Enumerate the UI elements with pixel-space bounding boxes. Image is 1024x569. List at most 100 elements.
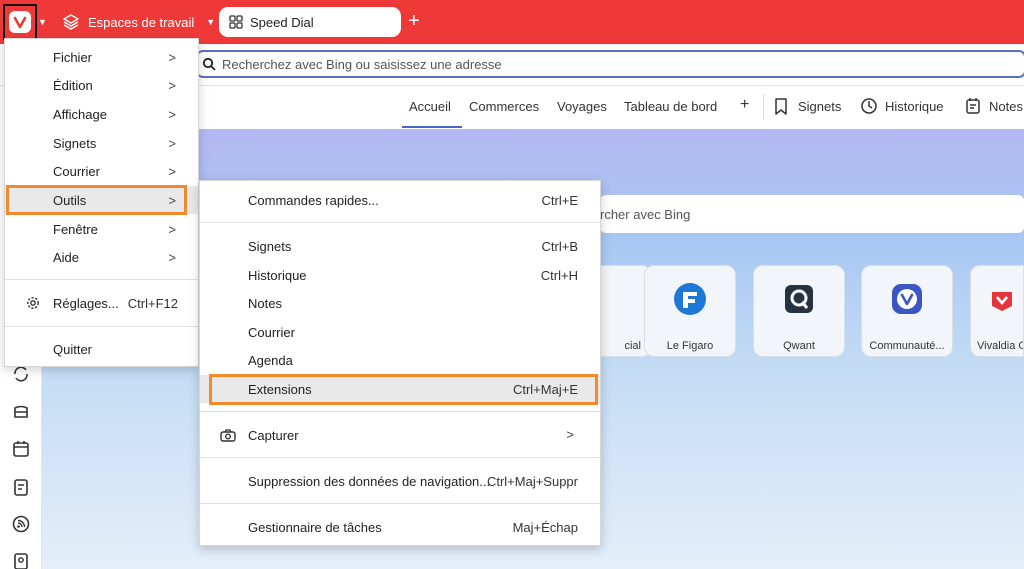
- chevron-right-icon: >: [168, 163, 176, 179]
- highlight-outline: [6, 185, 187, 215]
- add-group-button[interactable]: +: [740, 96, 749, 114]
- shortcut-label: Ctrl+E: [541, 193, 578, 208]
- menu-item-reglages[interactable]: Réglages... Ctrl+F12: [5, 289, 198, 317]
- nav-divider: [763, 94, 764, 120]
- menu-divider: [5, 326, 198, 327]
- nav-commerces[interactable]: Commerces: [469, 99, 539, 114]
- chevron-right-icon: >: [168, 221, 176, 237]
- page-search-field[interactable]: rcher avec Bing: [600, 195, 1024, 233]
- menu-item-historique[interactable]: Historique Ctrl+H: [200, 261, 600, 289]
- menu-item-courrier[interactable]: Courrier: [200, 318, 600, 346]
- tools-submenu: Commandes rapides... Ctrl+E Signets Ctrl+B…: [199, 180, 601, 546]
- page-search-placeholder: rcher avec Bing: [600, 206, 691, 222]
- menu-item-edition[interactable]: Édition >: [5, 71, 198, 99]
- menu-item-label: Historique: [248, 268, 307, 283]
- camera-icon: [220, 429, 236, 442]
- speed-dial-navigation: Accueil Commerces Voyages Tableau de bor…: [196, 86, 1024, 129]
- tab-label: Speed Dial: [250, 14, 314, 30]
- menu-item-gestionnaire-taches[interactable]: Gestionnaire de tâches Maj+Échap: [200, 513, 600, 541]
- tile-label: Le Figaro: [666, 340, 714, 352]
- vivaldi-logo-icon: [9, 11, 31, 33]
- shortcut-label: Ctrl+Maj+Suppr: [486, 474, 578, 489]
- chevron-down-icon[interactable]: ▼: [38, 17, 47, 27]
- menu-item-label: Fenêtre: [53, 221, 98, 237]
- calendar-icon[interactable]: [11, 439, 31, 459]
- menu-item-aide[interactable]: Aide >: [5, 243, 198, 271]
- sync-icon[interactable]: [11, 364, 31, 384]
- menu-item-label: Réglages...: [53, 295, 119, 311]
- vivaldi-community-icon: [890, 282, 924, 316]
- shortcut-label: Ctrl+F12: [127, 295, 178, 311]
- menu-item-affichage[interactable]: Affichage >: [5, 100, 198, 128]
- menu-item-signets[interactable]: Signets >: [5, 129, 198, 157]
- address-placeholder: Recherchez avec Bing ou saisissez une ad…: [222, 56, 502, 72]
- speed-dial-icon: [229, 15, 243, 29]
- main-menu: Fichier > Édition > Affichage > Signets > Co…: [4, 38, 199, 367]
- menu-item-label: Signets: [53, 135, 97, 151]
- le-figaro-icon: [673, 282, 707, 316]
- menu-item-label: Suppression des données de navigation...: [248, 474, 491, 489]
- chevron-right-icon: >: [168, 249, 176, 265]
- menu-divider: [200, 457, 600, 458]
- panel-historique[interactable]: Historique: [885, 99, 944, 114]
- speed-dial-tile[interactable]: Le Figaro: [644, 265, 736, 357]
- menu-item-notes[interactable]: Notes: [200, 289, 600, 317]
- menu-item-label: Agenda: [248, 353, 293, 368]
- menu-divider: [200, 503, 600, 504]
- menu-item-label: Aide: [53, 249, 80, 265]
- nav-tableau-de-bord[interactable]: Tableau de bord: [624, 99, 717, 114]
- menu-item-courrier[interactable]: Courrier >: [5, 157, 198, 185]
- menu-item-agenda[interactable]: Agenda: [200, 346, 600, 374]
- tile-label: Vivaldia G: [977, 340, 1023, 352]
- vivaldi-menu-button[interactable]: [3, 4, 37, 40]
- chevron-right-icon: >: [168, 77, 176, 93]
- vivaldia-icon: [985, 282, 1019, 316]
- highlight-outline: [209, 374, 598, 405]
- chevron-right-icon: >: [168, 106, 176, 122]
- menu-item-signets[interactable]: Signets Ctrl+B: [200, 232, 600, 260]
- menu-item-label: Gestionnaire de tâches: [248, 520, 382, 535]
- contacts-icon[interactable]: [11, 551, 31, 569]
- tile-label: Communauté...: [869, 340, 945, 352]
- tasks-icon[interactable]: [11, 477, 31, 497]
- nav-voyages[interactable]: Voyages: [557, 99, 607, 114]
- feeds-icon[interactable]: [11, 514, 31, 534]
- chevron-right-icon: >: [168, 135, 176, 151]
- menu-item-label: Affichage: [53, 106, 107, 122]
- menu-item-commandes-rapides[interactable]: Commandes rapides... Ctrl+E: [200, 186, 600, 214]
- speed-dial-tile[interactable]: Qwant: [753, 265, 845, 357]
- speed-dial-tile[interactable]: Vivaldia G: [970, 265, 1024, 357]
- menu-item-label: Fichier: [53, 49, 93, 65]
- address-field[interactable]: Recherchez avec Bing ou saisissez une ad…: [196, 50, 1024, 78]
- menu-divider: [200, 411, 600, 412]
- mail-icon[interactable]: [11, 402, 31, 422]
- menu-item-fichier[interactable]: Fichier >: [5, 43, 198, 71]
- workspaces-icon: [63, 14, 79, 30]
- menu-item-label: Signets: [248, 239, 292, 254]
- menu-item-capturer[interactable]: Capturer >: [200, 421, 600, 449]
- menu-item-label: Courrier: [53, 163, 100, 179]
- gear-icon: [27, 297, 39, 309]
- nav-accueil[interactable]: Accueil: [409, 99, 451, 114]
- menu-item-fenetre[interactable]: Fenêtre >: [5, 215, 198, 243]
- shortcut-label: Maj+Échap: [512, 520, 578, 535]
- chevron-right-icon: >: [566, 427, 574, 442]
- menu-item-suppression-donnees[interactable]: Suppression des données de navigation...…: [200, 467, 600, 495]
- menu-item-quitter[interactable]: Quitter: [5, 335, 198, 363]
- search-icon: [202, 57, 216, 71]
- menu-divider: [5, 279, 198, 280]
- bookmark-icon: [775, 98, 787, 115]
- speed-dial-tile[interactable]: Communauté...: [861, 265, 953, 357]
- new-tab-button[interactable]: +: [408, 10, 420, 32]
- menu-divider: [200, 222, 600, 223]
- chevron-right-icon: >: [168, 49, 176, 65]
- active-tab-indicator: [402, 126, 462, 128]
- panel-notes[interactable]: Notes: [989, 99, 1023, 114]
- notes-icon: [966, 98, 980, 114]
- tab-speed-dial[interactable]: Speed Dial: [219, 7, 401, 37]
- menu-item-label: Notes: [248, 296, 282, 311]
- tile-label: Qwant: [783, 340, 815, 352]
- shortcut-label: Ctrl+B: [541, 239, 578, 254]
- panel-signets[interactable]: Signets: [798, 99, 841, 114]
- workspaces-button[interactable]: Espaces de travail ▼: [62, 11, 215, 33]
